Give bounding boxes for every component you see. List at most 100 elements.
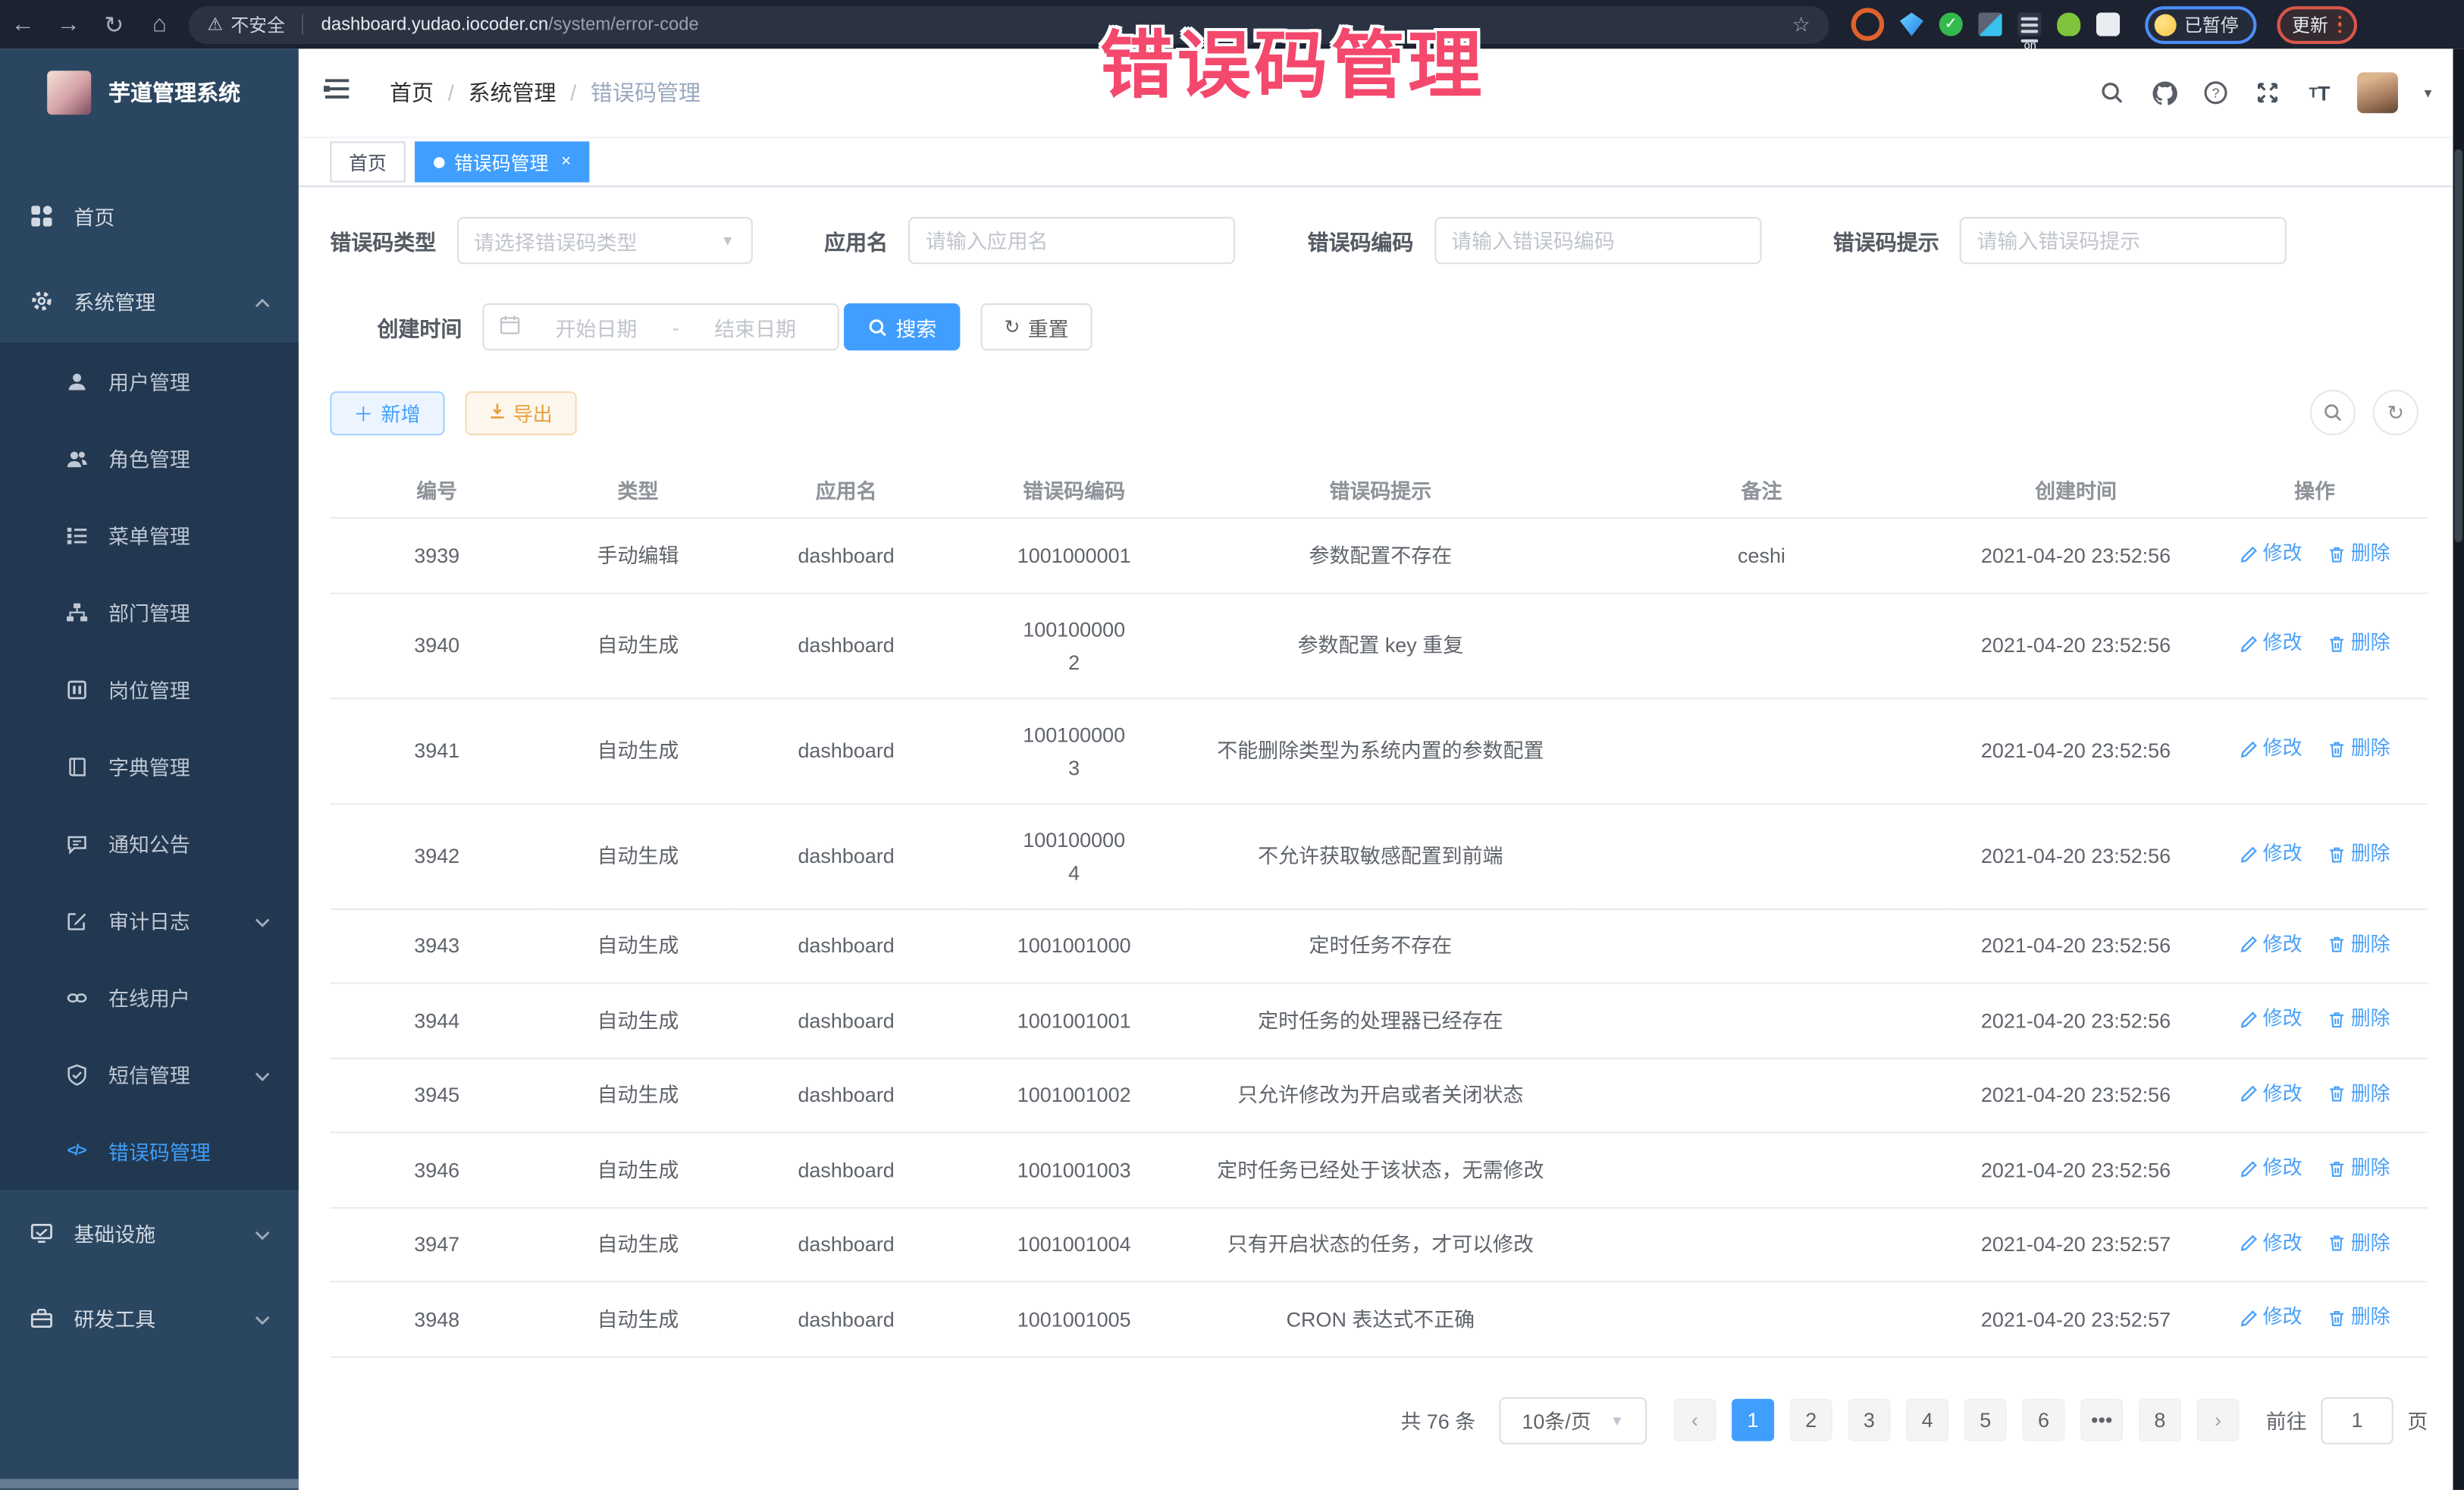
sidebar-item-role-management[interactable]: 角色管理 [0, 419, 299, 497]
table-row[interactable]: 3946 自动生成 dashboard 1001001003 定时任务已经处于该… [330, 1132, 2428, 1206]
user-avatar[interactable] [2357, 72, 2398, 113]
add-button[interactable]: ＋ 新增 [330, 391, 444, 434]
create-time-range-picker[interactable]: 开始日期 - 结束日期 [482, 303, 839, 350]
delete-link[interactable]: 删除 [2328, 732, 2390, 766]
sidebar-item-sms-management[interactable]: 短信管理 [0, 1036, 299, 1113]
delete-link[interactable]: 删除 [2328, 1002, 2390, 1036]
reload-icon[interactable]: ↻ [91, 10, 136, 38]
sidebar-scrollbar[interactable] [0, 1479, 299, 1488]
edit-link[interactable]: 修改 [2240, 732, 2303, 766]
tab-error-code[interactable]: 错误码管理 × [415, 142, 590, 183]
reset-button[interactable]: ↻ 重置 [980, 303, 1092, 350]
address-bar[interactable]: ⚠ 不安全 dashboard.yudao.iocoder.cn/system/… [189, 5, 1829, 43]
table-row[interactable]: 3948 自动生成 dashboard 1001001005 CRON 表达式不… [330, 1281, 2428, 1356]
next-page-button[interactable]: › [2197, 1399, 2240, 1441]
browser-scrollbar[interactable] [2453, 49, 2464, 1490]
error-code-type-select[interactable]: 请选择错误码类型 ▼ [456, 217, 752, 264]
refresh-table-icon[interactable]: ↻ [2373, 390, 2419, 435]
home-icon[interactable]: ⌂ [136, 11, 182, 38]
browser-update-button[interactable]: 更新 [2276, 5, 2357, 43]
sidebar-item-department-management[interactable]: 部门管理 [0, 574, 299, 651]
extension-target-icon[interactable] [1851, 8, 1885, 41]
delete-link[interactable]: 删除 [2328, 1227, 2390, 1260]
error-message-input[interactable] [1960, 217, 2287, 264]
table-row[interactable]: 3945 自动生成 dashboard 1001001002 只允许修改为开启或… [330, 1058, 2428, 1132]
table-row[interactable]: 3939 手动编辑 dashboard 1001000001 参数配置不存在 c… [330, 518, 2428, 592]
sidebar-item-dict-management[interactable]: 字典管理 [0, 728, 299, 805]
hamburger-icon[interactable] [324, 77, 350, 108]
table-row[interactable]: 3944 自动生成 dashboard 1001001001 定时任务的处理器已… [330, 983, 2428, 1057]
extension-key-icon[interactable] [2057, 13, 2080, 36]
browser-menu-icon[interactable] [2337, 15, 2341, 33]
export-button[interactable]: 导出 [465, 391, 576, 434]
bookmark-star-icon[interactable]: ☆ [1792, 12, 1810, 37]
fullscreen-icon[interactable] [2253, 79, 2281, 107]
sidebar-item-audit-log[interactable]: 审计日志 [0, 882, 299, 959]
breadcrumb-system[interactable]: 系统管理 [468, 77, 556, 108]
delete-link[interactable]: 删除 [2328, 928, 2390, 961]
pagination-page-4[interactable]: 4 [1906, 1399, 1948, 1441]
sidebar-item-online-users[interactable]: 在线用户 [0, 958, 299, 1036]
table-row[interactable]: 3941 自动生成 dashboard 100100000 3 不能删除类型为系… [330, 698, 2428, 803]
help-icon[interactable]: ? [2202, 79, 2230, 107]
prev-page-button[interactable]: ‹ [1673, 1399, 1716, 1441]
search-button[interactable]: 搜索 [844, 303, 960, 350]
sidebar-item-post-management[interactable]: 岗位管理 [0, 651, 299, 728]
table-row[interactable]: 3947 自动生成 dashboard 1001001004 只有开启状态的任务… [330, 1207, 2428, 1281]
edit-link[interactable]: 修改 [2240, 538, 2303, 571]
show-search-toggle-icon[interactable] [2310, 390, 2356, 435]
back-icon[interactable]: ← [0, 11, 45, 38]
delete-link[interactable]: 删除 [2328, 1301, 2390, 1335]
pagination-page-1[interactable]: 1 [1732, 1399, 1774, 1441]
edit-link[interactable]: 修改 [2240, 838, 2303, 871]
delete-link[interactable]: 删除 [2328, 1152, 2390, 1185]
sidebar-item-devtools[interactable]: 研发工具 [0, 1275, 299, 1360]
table-row[interactable]: 3940 自动生成 dashboard 100100000 2 参数配置 key… [330, 592, 2428, 698]
delete-link[interactable]: 删除 [2328, 1078, 2390, 1111]
edit-link[interactable]: 修改 [2240, 1227, 2303, 1260]
sidebar-item-user-management[interactable]: 用户管理 [0, 343, 299, 420]
pagination-ellipsis[interactable]: ••• [2080, 1399, 2123, 1441]
extensions-puzzle-icon[interactable] [2096, 13, 2120, 36]
extension-gem-icon[interactable] [1900, 13, 1923, 36]
pagination-page-8[interactable]: 8 [2139, 1399, 2181, 1441]
search-icon[interactable] [2098, 79, 2126, 107]
delete-link[interactable]: 删除 [2328, 538, 2390, 571]
scrollbar-thumb[interactable] [2455, 149, 2462, 542]
error-code-input[interactable] [1434, 217, 1760, 264]
github-icon[interactable] [2150, 79, 2178, 107]
delete-link[interactable]: 删除 [2328, 838, 2390, 871]
table-row[interactable]: 3942 自动生成 dashboard 100100000 4 不允许获取敏感配… [330, 803, 2428, 908]
profile-paused-badge[interactable]: 已暂停 [2145, 5, 2256, 43]
sidebar-item-infrastructure[interactable]: 基础设施 [0, 1190, 299, 1275]
tab-close-icon[interactable]: × [561, 152, 571, 171]
edit-link[interactable]: 修改 [2240, 1152, 2303, 1185]
extension-grid-icon[interactable] [1979, 13, 2002, 36]
edit-link[interactable]: 修改 [2240, 1078, 2303, 1111]
sidebar-item-home[interactable]: 首页 [0, 173, 299, 258]
goto-page-input[interactable] [2321, 1397, 2393, 1444]
breadcrumb-home[interactable]: 首页 [390, 77, 434, 108]
pagination-page-2[interactable]: 2 [1790, 1399, 1832, 1441]
pagination-page-3[interactable]: 3 [1848, 1399, 1890, 1441]
table-row[interactable]: 3943 自动生成 dashboard 1001001000 定时任务不存在 2… [330, 908, 2428, 983]
pagination-page-6[interactable]: 6 [2023, 1399, 2065, 1441]
sidebar-item-notice-management[interactable]: 通知公告 [0, 805, 299, 882]
edit-link[interactable]: 修改 [2240, 628, 2303, 661]
tab-home[interactable]: 首页 [330, 142, 406, 183]
extension-list-icon[interactable]: on [2017, 13, 2041, 36]
extension-check-icon[interactable]: ✓ [1939, 13, 1963, 36]
page-size-select[interactable]: 10条/页 ▼ [1499, 1397, 1647, 1444]
forward-icon[interactable]: → [45, 11, 91, 38]
font-size-icon[interactable]: TT [2306, 79, 2334, 107]
sidebar-item-menu-management[interactable]: 菜单管理 [0, 497, 299, 574]
pagination-page-5[interactable]: 5 [1964, 1399, 2007, 1441]
edit-link[interactable]: 修改 [2240, 1301, 2303, 1335]
edit-link[interactable]: 修改 [2240, 928, 2303, 961]
app-name-input[interactable] [908, 217, 1235, 264]
edit-link[interactable]: 修改 [2240, 1002, 2303, 1036]
sidebar-item-error-code-management[interactable]: </> 错误码管理 [0, 1112, 299, 1190]
delete-link[interactable]: 删除 [2328, 628, 2390, 661]
sidebar-item-system[interactable]: 系统管理 [0, 258, 299, 343]
avatar-dropdown-caret-icon[interactable]: ▼ [2422, 86, 2434, 100]
